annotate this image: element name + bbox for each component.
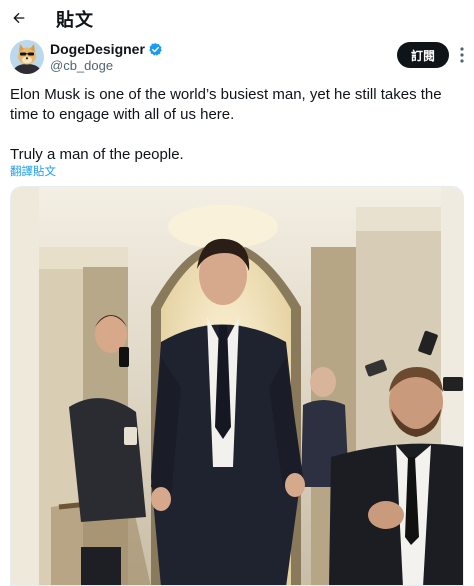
tweet-photo[interactable] xyxy=(10,186,464,586)
arrow-left-icon xyxy=(13,12,25,24)
author-handle[interactable]: @cb_doge xyxy=(50,58,113,73)
more-options-button[interactable] xyxy=(453,44,471,66)
verified-badge-icon xyxy=(149,42,162,56)
follow-button[interactable]: 訂閱 xyxy=(397,42,449,68)
tweet-paragraph: Truly a man of the people. xyxy=(10,146,184,163)
tweet-text: Elon Musk is one of the world’s busiest … xyxy=(10,85,468,165)
photo-illustration xyxy=(11,187,463,585)
translate-post-link[interactable]: 翻譯貼文 xyxy=(10,163,56,179)
author-display-name: DogeDesigner xyxy=(50,41,145,57)
author-avatar[interactable] xyxy=(10,40,44,74)
more-vertical-icon xyxy=(460,47,464,63)
doge-avatar-icon xyxy=(10,40,44,74)
author-name-row[interactable]: DogeDesigner xyxy=(50,41,163,57)
back-button[interactable] xyxy=(6,5,32,31)
page-title: 貼文 xyxy=(56,10,94,30)
top-bar: 貼文 xyxy=(0,0,474,36)
tweet-paragraph: Elon Musk is one of the world’s busiest … xyxy=(10,86,442,123)
